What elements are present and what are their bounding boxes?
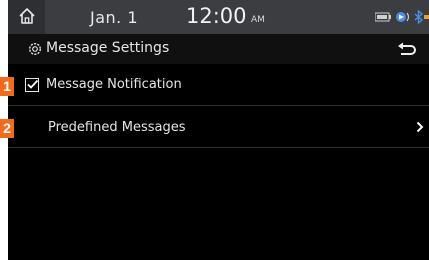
predefined-messages-row[interactable]: Predefined Messages [8,106,429,148]
back-arrow-icon [398,42,416,55]
head-unit-screen: Jan. 1 12:00 AM Message Settings Message… [8,0,429,260]
status-icons [374,9,429,25]
home-button[interactable] [8,0,45,34]
checkmark-icon [27,79,39,89]
status-date: Jan. 1 [90,8,139,27]
bluetooth-icon [414,9,429,25]
message-notification-row[interactable]: Message Notification [8,64,429,106]
status-ampm: AM [251,15,265,25]
predefined-messages-label: Predefined Messages [48,120,186,135]
title-bar: Message Settings [8,34,429,64]
message-notification-label: Message Notification [46,77,182,92]
message-notification-checkbox[interactable] [25,78,39,92]
gear-icon [28,42,42,56]
status-bar: Jan. 1 12:00 AM [8,0,429,34]
callout-badge-1: 1 [0,77,14,96]
media-icon [396,12,410,22]
callout-badge-2: 2 [0,119,14,138]
chevron-right-icon [416,121,424,133]
page-title: Message Settings [46,40,170,56]
home-icon [19,8,35,24]
status-time: 12:00 [186,4,247,28]
battery-icon [374,12,391,22]
back-button[interactable] [396,41,418,59]
